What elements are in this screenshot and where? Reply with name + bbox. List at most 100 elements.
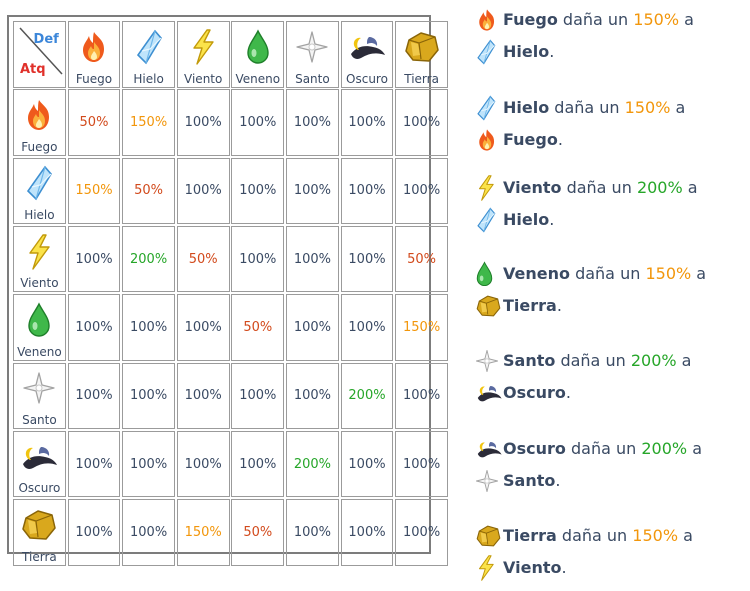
damage-cell: 100%: [122, 499, 175, 566]
damage-cell: 100%: [176, 157, 230, 225]
legend-connector: a: [683, 526, 693, 545]
row-header-label: Santo: [22, 413, 57, 427]
row-header-label: Fuego: [21, 139, 58, 154]
dark-moon-icon: [347, 32, 387, 62]
legend-attacker: Hielo: [503, 98, 550, 117]
legend-item: Fuego daña un 150% a Hielo.: [475, 4, 740, 68]
column-header-label: Hielo: [133, 71, 164, 86]
lightning-icon: [475, 175, 503, 201]
ice-crystal-icon: [24, 165, 54, 201]
damage-cell: 200%: [340, 362, 394, 429]
legend-item: Veneno daña un 150% a Tierra.: [475, 258, 740, 322]
corner-def-label: Def: [33, 32, 59, 47]
earth-rock-icon: [20, 508, 58, 542]
damage-cell: 100%: [340, 294, 394, 361]
legend-connector: a: [692, 439, 703, 458]
column-header-label: Fuego: [75, 71, 113, 86]
holy-star-icon: [295, 30, 329, 64]
damage-cell: 50%: [122, 157, 175, 225]
legend-connector: daña un: [575, 264, 641, 283]
row-header-label: Veneno: [17, 344, 62, 359]
damage-cell: 100%: [340, 157, 394, 225]
legend-item: Viento daña un 200% a Hielo.: [475, 172, 740, 236]
holy-star-icon: [475, 348, 503, 374]
legend-line-2: Hielo.: [475, 36, 740, 68]
dark-moon-icon: [19, 442, 59, 472]
damage-cell: 100%: [286, 225, 339, 293]
legend-item: Hielo daña un 150% a Fuego.: [475, 92, 740, 156]
row-header-oscuro: Oscuro: [13, 430, 66, 498]
row-header-hielo: Hielo: [13, 157, 66, 225]
lightning-icon: [475, 555, 503, 581]
legend-percent: 200%: [641, 439, 688, 458]
row-header-santo: Santo: [13, 362, 66, 429]
damage-cell: 200%: [286, 430, 339, 498]
legend-connector: a: [675, 98, 686, 117]
damage-cell: 100%: [286, 362, 339, 429]
damage-cell: 100%: [395, 499, 448, 566]
legend-attacker: Viento: [503, 178, 562, 197]
legend-percent: 150%: [624, 98, 671, 117]
damage-cell: 100%: [395, 89, 448, 156]
ice-crystal-icon: [475, 95, 503, 121]
row-header-tierra: Tierra: [13, 499, 66, 566]
legend-item: Santo daña un 200% a Oscuro.: [475, 345, 740, 409]
damage-cell: 150%: [122, 89, 175, 156]
damage-cell: 100%: [340, 225, 394, 293]
damage-cell: 100%: [286, 157, 339, 225]
damage-cell: 100%: [231, 157, 285, 225]
legend-line-2: Santo.: [475, 465, 740, 497]
legend-connector: daña un: [560, 351, 626, 370]
damage-cell: 100%: [122, 294, 175, 361]
damage-cell: 200%: [122, 225, 175, 293]
damage-cell: 100%: [286, 294, 339, 361]
column-header-label: Veneno: [235, 71, 281, 86]
damage-cell: 100%: [231, 225, 285, 293]
column-header-label: Santo: [295, 71, 330, 86]
legend-item: Oscuro daña un 200% a Santo.: [475, 433, 740, 497]
legend-attacker: Oscuro: [503, 439, 566, 458]
poison-drop-icon: [26, 302, 52, 338]
legend-connector: a: [696, 264, 707, 283]
legend-defender: Santo: [503, 471, 556, 490]
fire-icon: [77, 30, 111, 64]
row-header-veneno: Veneno: [13, 294, 66, 361]
damage-cell: 50%: [67, 89, 121, 156]
damage-cell: 100%: [395, 157, 448, 225]
lightning-icon: [24, 233, 54, 270]
column-header-veneno: Veneno: [231, 21, 285, 88]
damage-cell: 100%: [176, 430, 230, 498]
legend-line-1: Fuego daña un 150% a: [475, 4, 740, 36]
legend-defender: Tierra: [503, 296, 557, 315]
legend-connector: daña un: [570, 439, 637, 458]
legend-line-2: Tierra.: [475, 290, 740, 322]
damage-cell: 100%: [340, 430, 394, 498]
damage-cell: 100%: [67, 362, 121, 429]
damage-cell: 100%: [176, 294, 230, 361]
damage-cell: 100%: [67, 225, 121, 293]
fire-icon: [475, 7, 503, 33]
earth-rock-icon: [403, 30, 441, 64]
damage-cell: 100%: [286, 499, 339, 566]
damage-cell: 150%: [176, 499, 230, 566]
damage-cell: 100%: [231, 430, 285, 498]
legend-percent: 150%: [645, 264, 692, 283]
column-header-label: Oscuro: [346, 71, 388, 86]
ice-crystal-icon: [475, 207, 503, 233]
legend-percent: 200%: [636, 178, 683, 197]
legend-defender: Hielo: [503, 210, 550, 229]
damage-cell: 50%: [395, 225, 448, 293]
holy-star-icon: [22, 371, 56, 405]
row-header-label: Tierra: [22, 549, 57, 564]
legend-line-2: Viento.: [475, 552, 740, 584]
row-header-label: Hielo: [24, 208, 55, 223]
fire-icon: [475, 127, 503, 153]
damage-cell: 100%: [176, 362, 230, 429]
damage-cell: 150%: [67, 157, 121, 225]
lightning-icon: [188, 29, 218, 65]
damage-cell: 100%: [231, 89, 285, 156]
legend-line-1: Veneno daña un 150% a: [475, 258, 740, 290]
poison-drop-icon: [475, 261, 503, 287]
legend-connector: a: [684, 10, 694, 29]
legend-attacker: Veneno: [503, 264, 570, 283]
